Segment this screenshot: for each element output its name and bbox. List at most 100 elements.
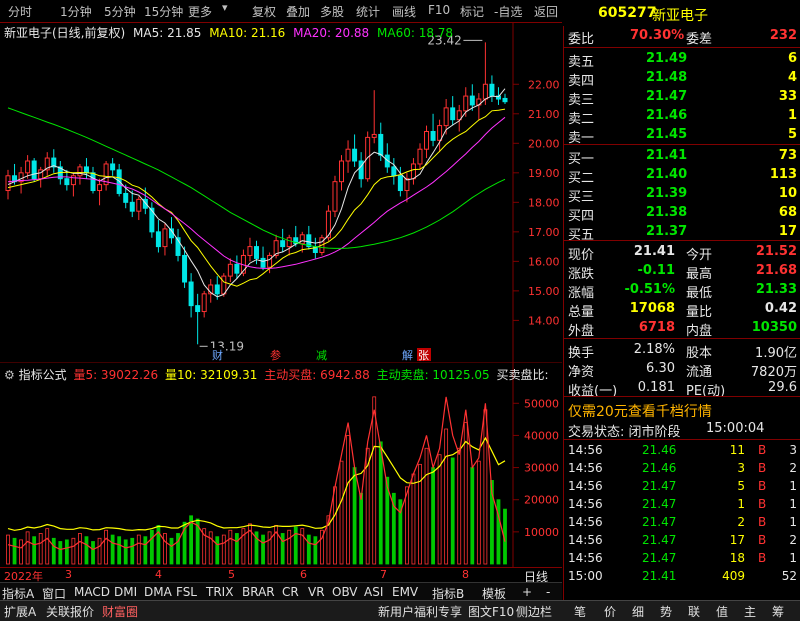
quote-panel: 委比 70.30% 委差 232 卖五 21.49 6 卖四 21.48 4 卖… [563, 26, 800, 600]
panel-tab-related[interactable]: 联 [688, 603, 700, 620]
quote-value: 21.52 [755, 244, 797, 259]
event-marker-label: 参 [270, 348, 281, 362]
tab-emv[interactable]: EMV [392, 585, 418, 599]
ask-level-row[interactable]: 卖三 21.47 33 [564, 88, 800, 108]
tick-count: 52 [781, 569, 797, 583]
wealth-circle-button[interactable]: 财富圈 [102, 603, 138, 620]
event-marker[interactable]: 张 [417, 348, 431, 362]
panel-tab-trend[interactable]: 势 [660, 603, 672, 620]
trade-status-time: 15:00:04 [706, 421, 765, 436]
tab-trix[interactable]: TRIX [206, 585, 233, 599]
watchlist-button[interactable]: -自选 [494, 3, 522, 20]
back-button[interactable]: 返回 [534, 3, 558, 20]
panel-tab-chips[interactable]: 筹 [772, 603, 784, 620]
tab-macd[interactable]: MACD [74, 585, 110, 599]
chevron-down-icon[interactable]: ▾ [222, 1, 228, 14]
bid-level-row[interactable]: 买二 21.40 113 [564, 166, 800, 186]
tick-row: 14:56 21.47 5 B 1 [564, 478, 800, 497]
volume-bar [411, 473, 416, 565]
tab-vr[interactable]: VR [308, 585, 325, 599]
stock-code: 605277 [598, 5, 657, 21]
tick-side: B [758, 551, 767, 565]
restore-right-button[interactable]: 复权 [252, 3, 276, 20]
expand-a-button[interactable]: 扩展A [4, 603, 36, 620]
tab-remove[interactable]: - [546, 585, 550, 599]
f10-graphic-link[interactable]: 图文F10 [468, 603, 514, 620]
ask-price: 21.46 [646, 108, 688, 123]
tab-cr[interactable]: CR [282, 585, 299, 599]
tick-count: 2 [789, 461, 797, 475]
date-label-month: 6 [300, 568, 307, 581]
volume-bar [221, 534, 226, 565]
indicator-name[interactable]: 指标公式 [19, 368, 67, 382]
related-quote-button[interactable]: 关联报价 [46, 603, 94, 620]
volume-bar [405, 486, 409, 565]
candle-body [417, 148, 423, 165]
panel-tab-detail[interactable]: 细 [632, 603, 644, 620]
tab-brar[interactable]: BRAR [242, 585, 275, 599]
candle [352, 134, 358, 167]
bid-level-row[interactable]: 买一 21.41 73 [564, 147, 800, 167]
candle-body [404, 178, 410, 192]
event-marker-label: 财 [212, 348, 223, 362]
ask-level-row[interactable]: 卖四 21.48 4 [564, 69, 800, 89]
event-marker[interactable]: 减 [315, 348, 329, 362]
candle [437, 119, 443, 153]
candle-body [489, 83, 495, 97]
tab-1min[interactable]: 1分钟 [60, 3, 92, 20]
overlay-button[interactable]: 叠加 [286, 3, 310, 20]
tick-side: B [758, 443, 767, 457]
tab-fsl[interactable]: FSL [176, 585, 197, 599]
ask-price: 21.49 [646, 51, 688, 66]
event-marker[interactable]: 参 [269, 348, 283, 362]
tab-dmi[interactable]: DMI [114, 585, 137, 599]
bid-level-row[interactable]: 买四 21.38 68 [564, 204, 800, 224]
f10-button[interactable]: F10 [428, 3, 450, 17]
bid-level-row[interactable]: 买三 21.39 10 [564, 185, 800, 205]
event-marker[interactable]: 解 [401, 348, 415, 362]
draw-line-button[interactable]: 画线 [392, 3, 416, 20]
promo-banner[interactable]: 仅需20元查看千档行情 [564, 400, 800, 421]
tab-5min[interactable]: 5分钟 [104, 3, 136, 20]
candle-body [136, 198, 142, 212]
volume-bar [51, 537, 56, 565]
panel-tab-main[interactable]: 主 [744, 603, 756, 620]
ask-level-row[interactable]: 卖五 21.49 6 [564, 50, 800, 70]
ask-level-row[interactable]: 卖二 21.46 1 [564, 107, 800, 127]
candle [384, 143, 390, 173]
sidebar-toggle[interactable]: 侧边栏 [516, 603, 552, 620]
tab-15min[interactable]: 15分钟 [144, 3, 183, 20]
bid-level-label: 买二 [568, 171, 595, 186]
statistics-button[interactable]: 统计 [356, 3, 380, 20]
candle [286, 234, 292, 256]
candle [280, 228, 286, 253]
volume-indicator-chart[interactable]: 50000 40000 30000 20000 10000 [0, 362, 562, 567]
tab-add[interactable]: + [522, 585, 532, 599]
quote-label: 最低 [686, 286, 713, 301]
quote-value: -0.51% [624, 282, 676, 297]
price-chart[interactable]: 22.00 21.00 20.00 19.00 18.00 17.00 16.00 15.00… [0, 22, 562, 362]
tab-asi[interactable]: ASI [364, 585, 383, 599]
tab-dma[interactable]: DMA [144, 585, 172, 599]
tick-side: B [758, 497, 767, 511]
volume-bar [450, 457, 455, 565]
multi-stock-button[interactable]: 多股 [320, 3, 344, 20]
panel-tab-value[interactable]: 值 [716, 603, 728, 620]
panel-tab-trades[interactable]: 笔 [574, 603, 586, 620]
volume-bar [359, 492, 364, 565]
tab-timeshare[interactable]: 分时 [8, 3, 32, 20]
ask-level-row[interactable]: 卖一 21.45 5 [564, 126, 800, 146]
candle [410, 158, 416, 185]
candle [332, 175, 338, 218]
promo-text[interactable]: 仅需20元查看千档行情 [568, 401, 712, 421]
event-marker[interactable]: 财 [211, 348, 225, 362]
indicator-gear-icon[interactable]: ⚙ [4, 368, 15, 382]
volume-bar [208, 531, 213, 565]
mark-button[interactable]: 标记 [460, 3, 484, 20]
volume-bar [476, 460, 481, 565]
new-user-welfare-link[interactable]: 新用户福利专享 [378, 603, 462, 620]
ask-price: 21.48 [646, 70, 688, 85]
tab-obv[interactable]: OBV [332, 585, 358, 599]
panel-tab-price[interactable]: 价 [604, 603, 616, 620]
tab-more[interactable]: 更多 [188, 3, 212, 20]
